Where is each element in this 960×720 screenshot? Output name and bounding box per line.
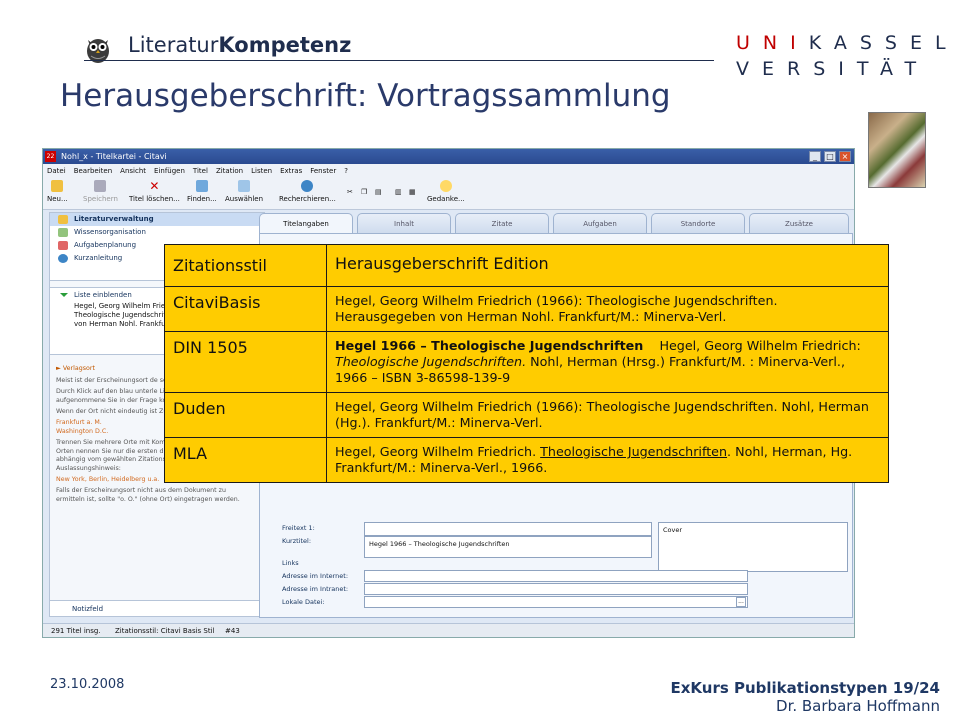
- close-button[interactable]: ×: [839, 151, 851, 162]
- citation-text: Hegel 1966 – Theologische Jugendschrifte…: [326, 331, 889, 393]
- research-icon: [301, 180, 314, 192]
- slide-title: Herausgeberschrift: Vortragssammlung: [60, 78, 671, 114]
- maximize-button[interactable]: □: [824, 151, 836, 162]
- new-button[interactable]: Neu...: [47, 180, 68, 203]
- notes-field-toggle[interactable]: Notizfeld: [50, 600, 264, 616]
- citavi-app-icon: 22: [45, 151, 56, 162]
- citation-text: Hegel, Georg Wilhelm Friedrich (1966): T…: [326, 392, 889, 438]
- kurztitel-input[interactable]: Hegel 1966 – Theologische Jugendschrifte…: [364, 536, 652, 558]
- select-button[interactable]: Auswählen: [225, 180, 263, 203]
- local-file-input[interactable]: [364, 596, 748, 608]
- paste-icon[interactable]: ▤: [375, 188, 382, 196]
- tab-aufgaben[interactable]: Aufgaben: [553, 213, 647, 233]
- kurztitel-label: Kurztitel:: [282, 537, 312, 545]
- nav-literaturverwaltung[interactable]: Literaturverwaltung: [50, 213, 264, 226]
- table-header-style: Zitationsstil: [164, 244, 327, 287]
- tab-zitate[interactable]: Zitate: [455, 213, 549, 233]
- table-header-row: Zitationsstil Herausgeberschrift Edition: [164, 244, 889, 287]
- knowledge-icon: [58, 228, 68, 237]
- browse-button[interactable]: ...: [736, 597, 746, 607]
- table-row: DIN 1505 Hegel 1966 – Theologische Jugen…: [164, 331, 889, 393]
- slide-footer: ExKurs Publikationstypen 19/24 Dr. Barba…: [670, 679, 940, 715]
- delete-icon: ✕: [149, 179, 160, 193]
- menu-datei[interactable]: Datei: [47, 164, 66, 178]
- record-index: #43: [225, 627, 240, 635]
- books-photo: [868, 112, 926, 188]
- menu-extras[interactable]: Extras: [280, 164, 302, 178]
- local-file-label: Lokale Datei:: [282, 598, 325, 606]
- style-name: Duden: [164, 392, 327, 438]
- new-icon: [51, 180, 64, 192]
- tab-inhalt[interactable]: Inhalt: [357, 213, 451, 233]
- style-name: DIN 1505: [164, 331, 327, 393]
- menu-fenster[interactable]: Fenster: [310, 164, 336, 178]
- internet-address-input[interactable]: [364, 570, 748, 582]
- citation-text: Hegel, Georg Wilhelm Friedrich (1966): T…: [326, 286, 889, 332]
- slide-date: 23.10.2008: [50, 677, 125, 692]
- footer-course: ExKurs Publikationstypen 19/24: [670, 679, 940, 697]
- intranet-address-input[interactable]: [364, 583, 748, 595]
- freitext-label: Freitext 1:: [282, 524, 315, 532]
- citation-text: Hegel, Georg Wilhelm Friedrich. Theologi…: [326, 437, 889, 483]
- menu-ansicht[interactable]: Ansicht: [120, 164, 146, 178]
- footer-author: Dr. Barbara Hoffmann: [776, 697, 940, 715]
- internet-address-label: Adresse im Internet:: [282, 572, 349, 580]
- research-button[interactable]: Recherchieren...: [279, 180, 336, 203]
- menu-help[interactable]: ?: [344, 164, 348, 178]
- title-count: 291 Titel insg.: [51, 627, 101, 635]
- view-icon[interactable]: ▥: [395, 188, 402, 196]
- tasks-icon: [58, 241, 68, 250]
- cover-label: Cover: [663, 526, 683, 534]
- toolbar: Neu... Speichern ✕ Titel löschen... Finde…: [43, 178, 854, 210]
- statusbar: 291 Titel insg. Zitationsstil: Citavi Ba…: [43, 623, 854, 637]
- minimize-button[interactable]: _: [809, 151, 821, 162]
- menu-titel[interactable]: Titel: [193, 164, 208, 178]
- window-title: Nohl_x - Titelkartei - Citavi: [61, 152, 167, 161]
- table-row: MLA Hegel, Georg Wilhelm Friedrich. Theo…: [164, 437, 889, 483]
- lightbulb-icon: [439, 180, 452, 192]
- find-icon: [195, 180, 208, 192]
- brand-name: LiteraturKompetenz: [128, 33, 352, 57]
- style-name: MLA: [164, 437, 327, 483]
- folder-icon: [58, 215, 68, 224]
- panel-icon[interactable]: ▦: [409, 188, 416, 196]
- delete-title-button[interactable]: ✕ Titel löschen...: [129, 180, 180, 203]
- save-icon: [94, 180, 107, 192]
- table-header-type: Herausgeberschrift Edition: [326, 244, 889, 287]
- citation-style-table: Zitationsstil Herausgeberschrift Edition…: [164, 244, 889, 483]
- nav-wissensorganisation[interactable]: Wissensorganisation: [50, 226, 264, 239]
- table-row: CitaviBasis Hegel, Georg Wilhelm Friedri…: [164, 286, 889, 332]
- university-logo: UNIKASSEL VERSITÄT: [736, 32, 959, 80]
- links-label: Links: [282, 559, 299, 567]
- save-button[interactable]: Speichern: [83, 180, 118, 203]
- menu-zitation[interactable]: Zitation: [216, 164, 243, 178]
- tab-bar: Titelangaben Inhalt Zitate Aufgaben Stan…: [259, 213, 853, 233]
- table-row: Duden Hegel, Georg Wilhelm Friedrich (19…: [164, 392, 889, 438]
- freitext-input[interactable]: [364, 522, 652, 536]
- citation-style-status: Zitationsstil: Citavi Basis Stil: [115, 627, 215, 635]
- menubar: Datei Bearbeiten Ansicht Einfügen Titel …: [43, 164, 854, 178]
- intranet-address-label: Adresse im Intranet:: [282, 585, 349, 593]
- thought-button[interactable]: Gedanke...: [427, 180, 465, 203]
- copy-icon[interactable]: ❐: [361, 188, 367, 196]
- menu-listen[interactable]: Listen: [251, 164, 272, 178]
- tab-zusaetze[interactable]: Zusätze: [749, 213, 849, 233]
- info-icon: [58, 254, 68, 263]
- cover-box[interactable]: Cover: [658, 522, 848, 572]
- find-button[interactable]: Finden...: [187, 180, 217, 203]
- window-titlebar: 22 Nohl_x - Titelkartei - Citavi _ □ ×: [43, 149, 854, 164]
- tab-titelangaben[interactable]: Titelangaben: [259, 213, 353, 233]
- tab-standorte[interactable]: Standorte: [651, 213, 745, 233]
- menu-bearbeiten[interactable]: Bearbeiten: [74, 164, 112, 178]
- menu-einfuegen[interactable]: Einfügen: [154, 164, 185, 178]
- style-name: CitaviBasis: [164, 286, 327, 332]
- cut-icon[interactable]: ✂: [347, 188, 353, 196]
- select-icon: [238, 180, 250, 192]
- header-rule: [84, 60, 714, 61]
